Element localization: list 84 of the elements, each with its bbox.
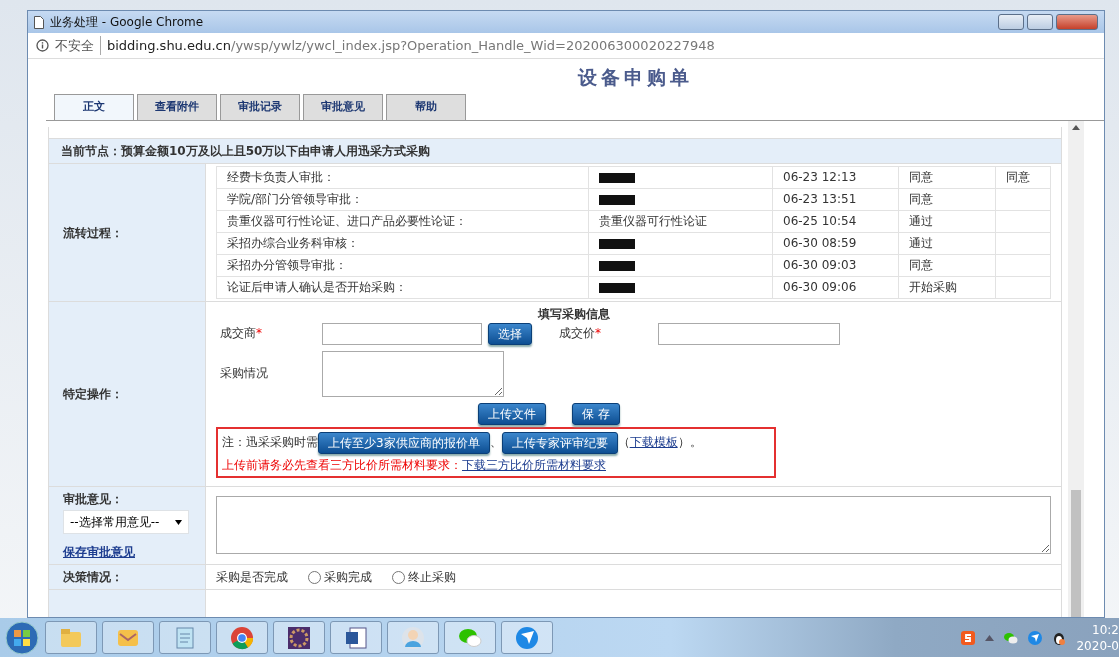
required-mark: *: [256, 326, 262, 341]
comment-text: 同意: [1006, 170, 1030, 185]
url-field[interactable]: bidding.shu.edu.cn/ywsp/ywlz/ywcl_index.jsp?Operation_Handle_Wid=202006300020227948: [107, 35, 715, 56]
row-label: 决策情况：: [63, 570, 123, 585]
question-text: 采购是否完成: [216, 569, 288, 586]
radio-label[interactable]: 终止采购: [408, 569, 456, 586]
scroll-up-icon[interactable]: [1072, 124, 1080, 130]
upload-button[interactable]: 上传至少3家供应商的报价单: [318, 431, 490, 454]
upload-button[interactable]: 上传专家评审纪要: [501, 431, 618, 454]
current-node-label: 当前节点：预算金额10万及以上且50万以下由申请人用迅采方式采购: [61, 144, 431, 159]
tab[interactable]: 正文: [54, 93, 134, 120]
step-name: 学院/部门分管领导审批：: [227, 192, 364, 207]
result-text: 通过: [909, 214, 933, 229]
person-icon: [400, 624, 426, 651]
taskbar-app[interactable]: [330, 621, 382, 654]
scroll-thumb[interactable]: [1071, 489, 1081, 617]
notice-text: ）。: [677, 434, 702, 451]
download-link[interactable]: 下载模板: [629, 434, 678, 451]
page-title: 设备申购单: [576, 65, 694, 90]
time-text: 06-30 09:06: [783, 280, 857, 295]
radio-button[interactable]: [308, 570, 321, 584]
tab[interactable]: 查看附件: [137, 93, 217, 120]
step-name: 论证后申请人确认是否开始采购：: [227, 280, 407, 295]
vendor-field[interactable]: [322, 322, 482, 345]
radio-label[interactable]: 采购完成: [324, 569, 372, 586]
step-name: 采招办分管领导审批：: [227, 258, 347, 273]
page-icon: [34, 15, 44, 29]
row-label: 审批意见：: [63, 490, 124, 507]
paper-plane-icon[interactable]: [1028, 630, 1043, 645]
situation-field[interactable]: [322, 350, 504, 397]
radio-button[interactable]: [392, 570, 405, 584]
time-text: 06-23 13:51: [783, 192, 857, 207]
input-method-icon[interactable]: [961, 630, 976, 645]
paper-plane-icon: [514, 624, 540, 651]
chat-icon[interactable]: [1004, 631, 1019, 644]
action-button[interactable]: 保 存: [572, 402, 620, 425]
notice-text: 注：迅采采购时需: [222, 434, 318, 451]
tab[interactable]: 审批记录: [220, 93, 300, 120]
result-text: 同意: [909, 258, 933, 273]
taskbar-app[interactable]: [501, 621, 553, 654]
tab[interactable]: 审批意见: [303, 93, 383, 120]
field-label: 成交价: [559, 326, 595, 341]
caret-icon[interactable]: [985, 634, 995, 641]
form-title: 填写采购信息: [537, 307, 610, 322]
step-name: 采招办综合业务科审核：: [227, 236, 359, 251]
caret-icon: [175, 519, 182, 525]
field-label: 采购情况: [220, 366, 268, 381]
close-button[interactable]: [1056, 14, 1098, 30]
step-name: 经费卡负责人审批：: [227, 170, 335, 185]
start-button[interactable]: [4, 619, 40, 656]
window-title: 业务处理 - Google Chrome: [50, 14, 204, 31]
notice-text: （: [617, 434, 630, 451]
required-mark: *: [595, 326, 601, 341]
save-opinion-link[interactable]: 保存审批意见: [63, 543, 135, 561]
time-text: 06-30 08:59: [783, 236, 857, 251]
price-field[interactable]: [658, 322, 840, 345]
result-text: 同意: [909, 170, 933, 185]
row-label: 特定操作：: [63, 386, 123, 401]
field-label: 成交商: [220, 326, 256, 341]
warning-text: 上传前请务必先查看三方比价所需材料要求：: [222, 456, 462, 473]
chrome-icon: [229, 624, 255, 651]
tab[interactable]: 帮助: [386, 93, 466, 120]
time-text: 06-30 09:03: [783, 258, 857, 273]
maximize-button[interactable]: [1027, 14, 1053, 30]
action-button[interactable]: 上传文件: [478, 402, 546, 425]
opinion-field[interactable]: [216, 496, 1051, 555]
minimize-button[interactable]: [998, 14, 1024, 30]
time-text: 06-23 12:13: [783, 170, 857, 185]
time-text: 06-25 10:54: [783, 214, 857, 229]
security-label: 不安全: [55, 35, 101, 56]
info-icon[interactable]: [36, 39, 49, 52]
result-text: 开始采购: [909, 280, 957, 295]
handler-name: 贵重仪器可行性论证: [599, 214, 707, 229]
download-link[interactable]: 下载三方比价所需材料要求: [462, 456, 606, 473]
scrollbar[interactable]: [1068, 120, 1084, 617]
row-label: 流转过程：: [63, 225, 123, 240]
result-text: 同意: [909, 192, 933, 207]
select-button[interactable]: 选择: [488, 322, 532, 345]
result-text: 通过: [909, 236, 933, 251]
opinion-select[interactable]: --选择常用意见--: [63, 509, 189, 534]
document-icon: [343, 624, 369, 651]
notice-text: 、: [489, 434, 502, 451]
taskbar-app[interactable]: [273, 621, 325, 654]
step-name: 贵重仪器可行性论证、进口产品必要性论证：: [227, 214, 467, 229]
